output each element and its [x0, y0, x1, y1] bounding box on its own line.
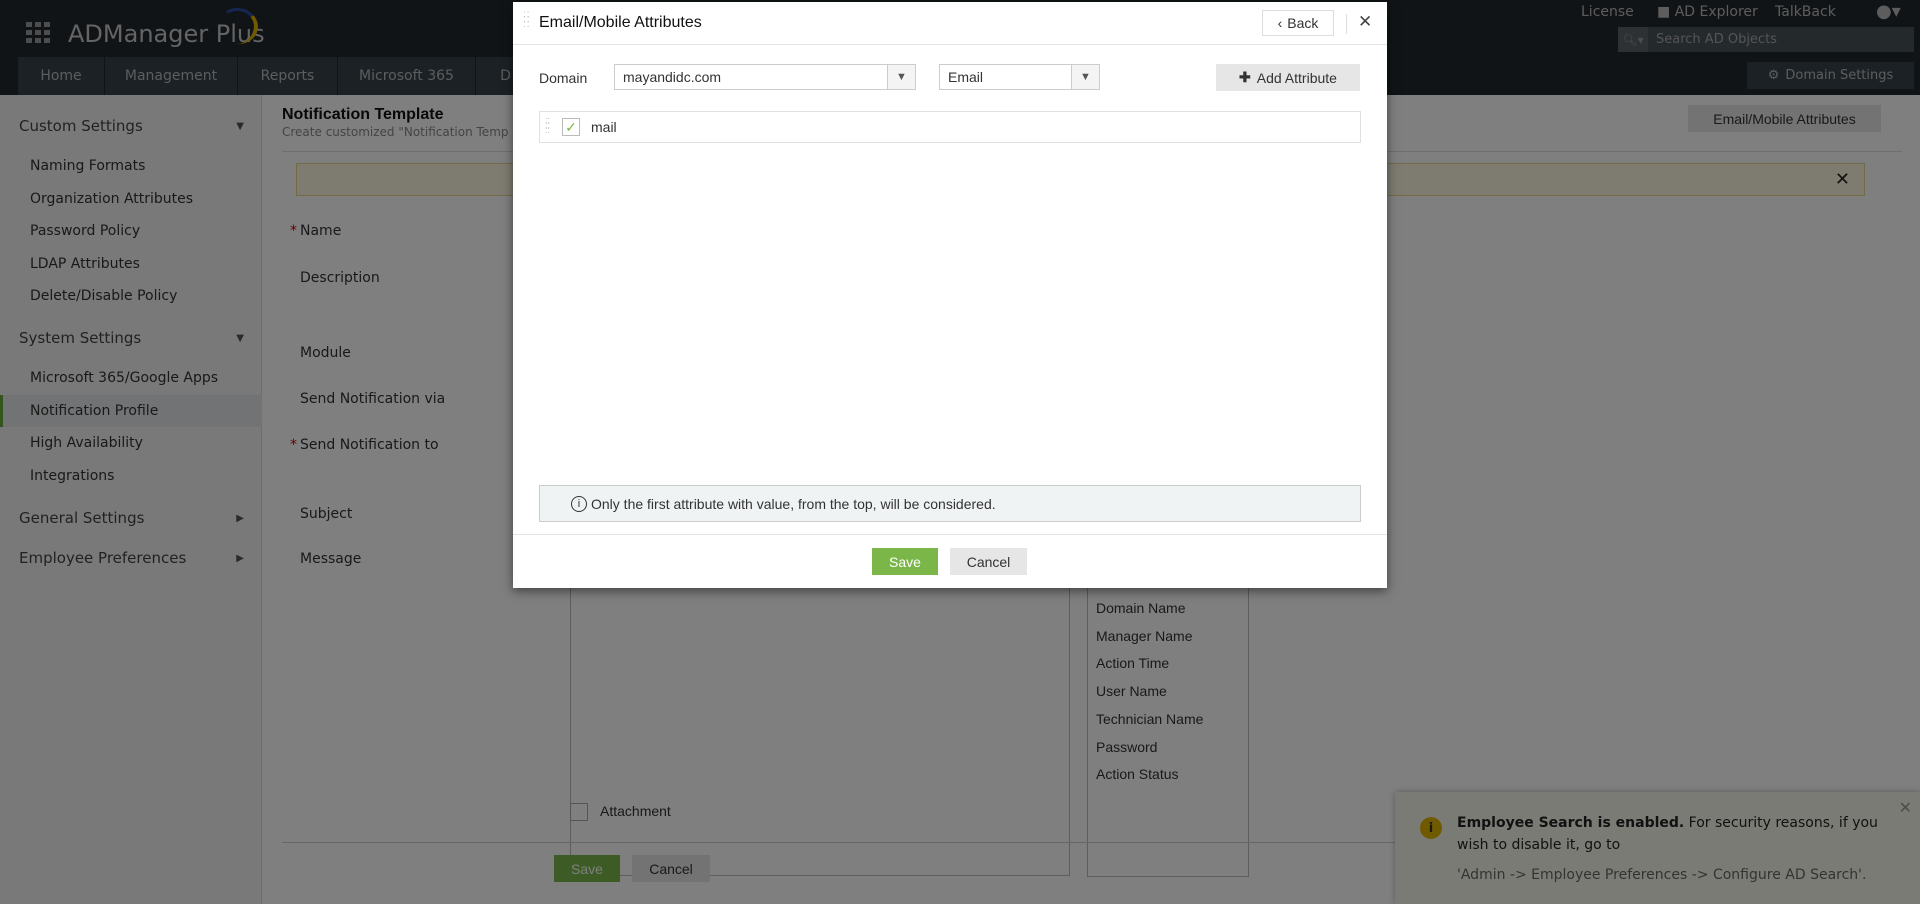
info-text: Only the first attribute with value, fro… [591, 495, 996, 512]
type-value: Email [948, 69, 984, 85]
dialog-cancel-button[interactable]: Cancel [950, 548, 1027, 575]
domain-value: mayandidc.com [623, 69, 722, 85]
add-attribute-button[interactable]: ✚ Add Attribute [1216, 64, 1360, 91]
domain-select[interactable]: mayandidc.com ▼ [614, 64, 916, 90]
dialog-title: Email/Mobile Attributes [539, 14, 702, 31]
divider [1346, 14, 1347, 34]
drag-handle-icon[interactable]: :::::: [523, 10, 531, 30]
chevron-down-icon: ▼ [887, 65, 915, 89]
add-attribute-label: Add Attribute [1256, 69, 1337, 86]
info-icon: i [571, 495, 587, 512]
chevron-left-icon: ‹ [1277, 15, 1283, 31]
info-note: i Only the first attribute with value, fr… [539, 485, 1361, 522]
attribute-row[interactable]: :::::: ✓ mail [539, 111, 1361, 143]
attribute-name: mail [591, 119, 617, 135]
back-label: Back [1287, 15, 1319, 31]
divider [513, 44, 1387, 45]
domain-label: Domain [539, 70, 588, 86]
divider [513, 534, 1387, 535]
back-button[interactable]: ‹ Back [1262, 10, 1334, 36]
dialog-save-button[interactable]: Save [872, 548, 938, 575]
chevron-down-icon: ▼ [1071, 65, 1099, 89]
attribute-type-select[interactable]: Email ▼ [939, 64, 1100, 90]
drag-handle-icon[interactable]: :::::: [545, 116, 550, 135]
plus-icon: ✚ [1239, 69, 1251, 85]
email-mobile-attributes-dialog: :::::: Email/Mobile Attributes ‹ Back ✕ D… [513, 2, 1387, 588]
attribute-checkbox[interactable]: ✓ [562, 118, 580, 136]
close-icon[interactable]: ✕ [1358, 12, 1372, 32]
